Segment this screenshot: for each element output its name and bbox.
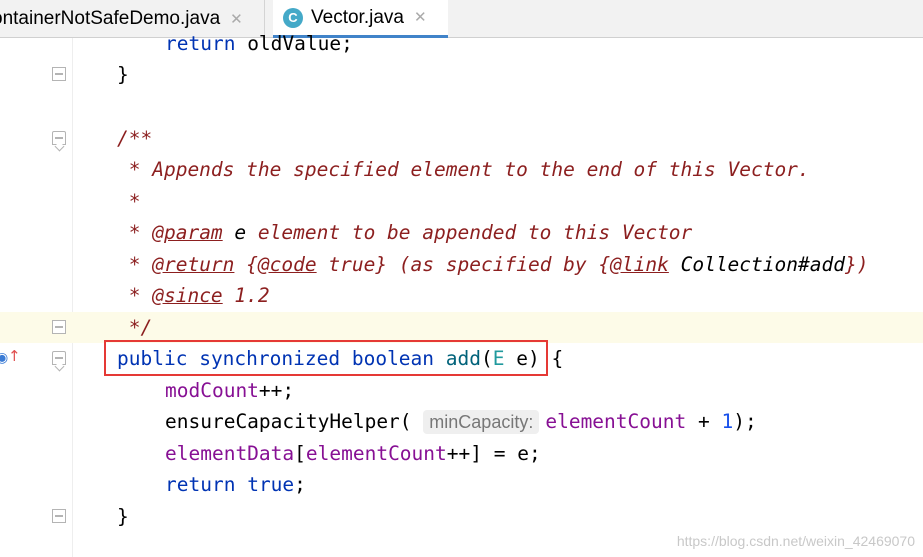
parameter-hint: minCapacity:	[423, 410, 540, 434]
code-line-6: * @param e element to be appended to thi…	[117, 221, 693, 244]
code-line-5: *	[117, 190, 141, 213]
fold-start-icon[interactable]	[52, 131, 66, 145]
code-line-12: ensureCapacityHelper( minCapacity: elemen…	[165, 410, 757, 434]
fold-end-icon[interactable]	[52, 509, 66, 523]
close-tab-icon[interactable]: ✕	[230, 12, 243, 27]
code-line-3: /**	[117, 127, 153, 150]
tab-label: Vector.java	[311, 6, 404, 28]
editor-gutter	[0, 38, 72, 557]
editor-tab-bar: ontainerNotSafeDemo.java ✕ C Vector.java…	[0, 0, 923, 38]
code-line-13: elementData[elementCount++] = e;	[165, 442, 541, 465]
watermark: https://blog.csdn.net/weixin_42469070	[676, 533, 915, 549]
close-tab-icon[interactable]: ✕	[414, 10, 427, 25]
code-line-4: * Appends the specified element to the e…	[117, 158, 810, 181]
fold-end-icon[interactable]	[52, 67, 66, 81]
code-line-15: }	[117, 505, 129, 528]
override-arrow-icon: ↑	[8, 347, 21, 365]
code-line-11: modCount++;	[165, 379, 295, 402]
tab-label: ontainerNotSafeDemo.java	[0, 8, 221, 29]
code-line-14: return true;	[165, 473, 306, 496]
fold-start-icon[interactable]	[52, 351, 66, 365]
code-line-9: */	[117, 316, 153, 339]
java-class-icon: C	[283, 7, 303, 28]
code-line-1: return oldValue;	[165, 32, 353, 55]
code-line-8: * @since 1.2	[117, 284, 270, 307]
code-line-7: * @return {@code true} (as specified by …	[117, 253, 869, 276]
gutter-divider	[72, 38, 73, 557]
override-method-icon[interactable]: ◉	[0, 350, 8, 366]
code-line-2: }	[117, 63, 129, 86]
fold-end-icon[interactable]	[52, 320, 66, 334]
highlight-box	[104, 340, 548, 376]
